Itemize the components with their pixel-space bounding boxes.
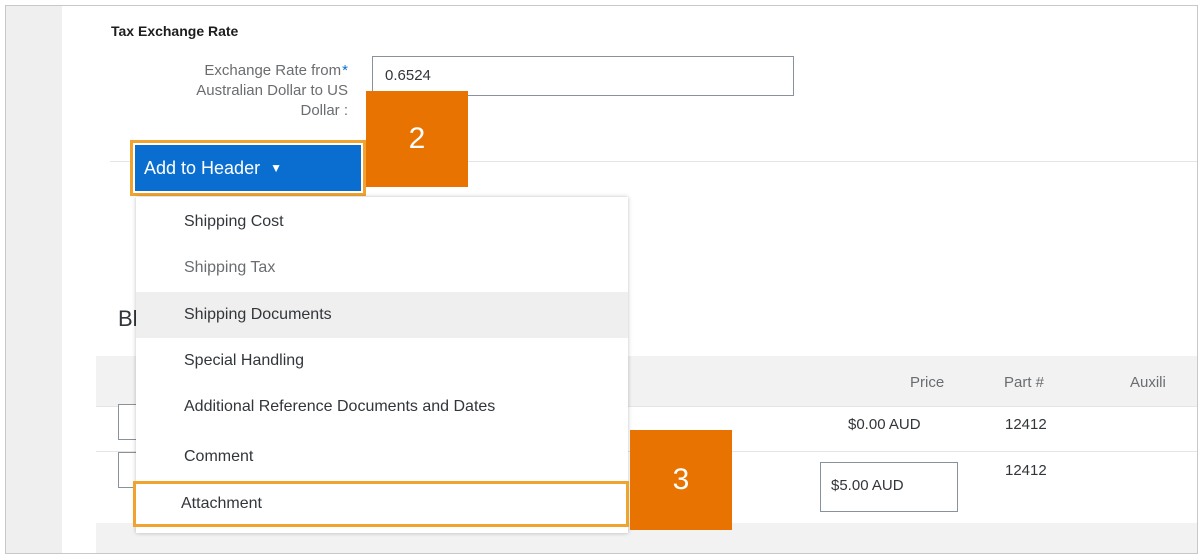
column-header-price[interactable]: Price bbox=[910, 374, 944, 391]
left-strip bbox=[6, 6, 62, 553]
menu-item-special-handling[interactable]: Special Handling bbox=[136, 338, 628, 384]
add-to-header-button-highlight[interactable]: Add to Header ▼ bbox=[130, 140, 366, 196]
menu-item-shipping-tax[interactable]: Shipping Tax bbox=[136, 245, 628, 291]
caret-down-icon: ▼ bbox=[270, 161, 282, 175]
add-to-header-button[interactable]: Add to Header ▼ bbox=[135, 145, 361, 191]
menu-item-shipping-documents[interactable]: Shipping Documents bbox=[136, 292, 628, 338]
exchange-rate-input[interactable]: 0.6524 bbox=[372, 56, 794, 96]
menu-item-additional-reference-documents[interactable]: Additional Reference Documents and Dates bbox=[136, 384, 628, 430]
lines-section-title: Bl bbox=[118, 306, 138, 331]
required-mark: * bbox=[342, 62, 348, 79]
menu-item-comment[interactable]: Comment bbox=[136, 434, 628, 480]
column-header-part[interactable]: Part # bbox=[1004, 374, 1044, 391]
menu-item-attachment[interactable]: Attachment bbox=[133, 481, 629, 527]
exchange-rate-label: Exchange Rate from* Australian Dollar to… bbox=[196, 62, 348, 119]
add-to-header-menu: Shipping Cost Shipping Tax Shipping Docu… bbox=[133, 197, 629, 533]
row-1-part-number: 12412 bbox=[1005, 416, 1047, 433]
section-title-tax-exchange-rate: Tax Exchange Rate bbox=[111, 23, 239, 39]
column-header-auxiliary[interactable]: Auxili bbox=[1130, 374, 1166, 391]
add-to-header-label: Add to Header bbox=[144, 157, 261, 178]
menu-item-shipping-cost[interactable]: Shipping Cost bbox=[136, 199, 628, 245]
row-2-price-input[interactable]: $5.00 AUD bbox=[820, 462, 958, 512]
row-2-part-number: 12412 bbox=[1005, 462, 1047, 479]
row-1-price: $0.00 AUD bbox=[848, 416, 921, 433]
step-callout-2: 2 bbox=[366, 91, 468, 187]
step-callout-3: 3 bbox=[630, 430, 732, 530]
